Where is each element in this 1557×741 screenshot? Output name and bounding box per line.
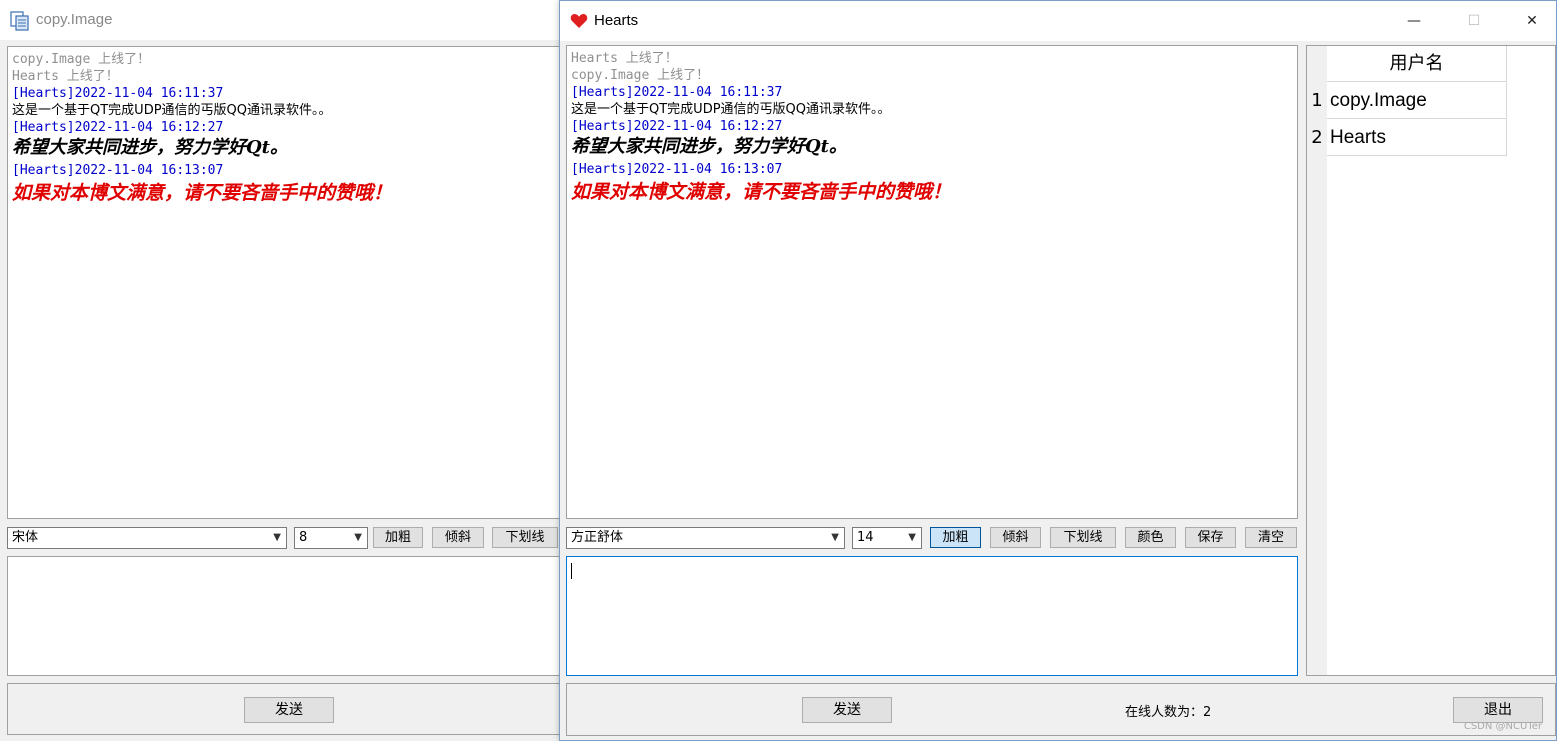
bold-button[interactable]: 加粗: [373, 527, 423, 548]
font-size-combo[interactable]: 8 ▼: [294, 527, 368, 549]
message-header: [Hearts]2022-11-04 16:12:27: [571, 119, 783, 134]
message-header: [Hearts]2022-11-04 16:11:37: [571, 85, 783, 100]
font-family-value: 方正舒体: [571, 530, 624, 545]
message-header: [Hearts]2022-11-04 16:13:07: [12, 163, 224, 178]
chevron-down-icon: ▼: [908, 532, 916, 543]
username-cell[interactable]: copy.Image: [1327, 82, 1507, 119]
row-number: 2: [1311, 127, 1323, 148]
user-list-table[interactable]: 用户名 1 copy.Image 2 Hearts: [1306, 45, 1556, 676]
front-message-input[interactable]: [566, 556, 1298, 676]
send-button[interactable]: 发送: [802, 697, 892, 723]
chevron-down-icon: ▼: [354, 532, 362, 543]
message-body: 希望大家共同进步，努力学好Qt。: [12, 137, 288, 158]
online-count-label: 在线人数为：2: [1125, 705, 1212, 720]
message-line: copy.Image 上线了！: [12, 52, 151, 67]
color-button[interactable]: 颜色: [1125, 527, 1176, 548]
copy-document-icon: [10, 11, 29, 31]
save-button[interactable]: 保存: [1185, 527, 1236, 548]
back-chat-log[interactable]: copy.Image 上线了！ Hearts 上线了！ [Hearts]2022…: [7, 46, 567, 519]
maximize-icon[interactable]: ☐: [1454, 9, 1494, 33]
send-button[interactable]: 发送: [244, 697, 334, 723]
message-body: 如果对本博文满意，请不要吝啬手中的赞哦！: [571, 181, 952, 203]
clear-button[interactable]: 清空: [1245, 527, 1297, 548]
font-size-value: 14: [857, 530, 874, 545]
underline-button[interactable]: 下划线: [1050, 527, 1116, 548]
front-titlebar: Hearts — ☐ ✕: [560, 1, 1556, 41]
front-format-toolbar: 方正舒体 ▼ 14 ▼ 加粗 倾斜 下划线 颜色 保存 清空: [566, 527, 1298, 551]
font-family-combo[interactable]: 方正舒体 ▼: [566, 527, 845, 549]
chevron-down-icon: ▼: [831, 532, 839, 543]
back-titlebar: copy.Image: [0, 0, 559, 40]
front-chat-window: Hearts — ☐ ✕ Hearts 上线了！ copy.Image 上线了！…: [559, 0, 1557, 741]
back-window-title: copy.Image: [36, 11, 113, 28]
back-message-input[interactable]: [7, 556, 560, 676]
underline-button[interactable]: 下划线: [492, 527, 558, 548]
text-caret: [571, 563, 572, 579]
front-window-title: Hearts: [594, 12, 639, 29]
close-icon[interactable]: ✕: [1512, 9, 1552, 33]
watermark: CSDN @NCUTer: [1463, 721, 1542, 732]
table-row[interactable]: 2 Hearts: [1307, 119, 1507, 156]
front-chat-log[interactable]: Hearts 上线了！ copy.Image 上线了！ [Hearts]2022…: [566, 45, 1298, 519]
message-line: copy.Image 上线了！: [571, 68, 710, 83]
back-chat-window: copy.Image copy.Image 上线了！ Hearts 上线了！ […: [0, 0, 567, 741]
table-row[interactable]: 1 copy.Image: [1307, 82, 1507, 119]
column-header-username[interactable]: 用户名: [1327, 46, 1507, 82]
row-number: 1: [1311, 90, 1323, 111]
italic-button[interactable]: 倾斜: [990, 527, 1041, 548]
heart-icon: [570, 12, 588, 30]
message-header: [Hearts]2022-11-04 16:12:27: [12, 120, 224, 135]
message-header: [Hearts]2022-11-04 16:11:37: [12, 86, 224, 101]
chevron-down-icon: ▼: [273, 532, 281, 543]
message-header: [Hearts]2022-11-04 16:13:07: [571, 162, 783, 177]
bold-button[interactable]: 加粗: [930, 527, 981, 548]
username-cell[interactable]: Hearts: [1327, 119, 1507, 156]
message-line: Hearts 上线了！: [12, 69, 119, 84]
font-size-value: 8: [299, 530, 308, 545]
front-bottom-bar: 发送 在线人数为：2 退出: [566, 683, 1556, 736]
font-family-value: 宋体: [12, 530, 39, 545]
message-body: 这是一个基于QT完成UDP通信的丐版QQ通讯录软件。。: [12, 103, 332, 118]
exit-button[interactable]: 退出: [1453, 697, 1543, 723]
font-family-combo[interactable]: 宋体 ▼: [7, 527, 287, 549]
italic-button[interactable]: 倾斜: [432, 527, 484, 548]
back-format-toolbar: 宋体 ▼ 8 ▼ 加粗 倾斜 下划线: [7, 527, 560, 551]
message-body: 希望大家共同进步，努力学好Qt。: [571, 136, 847, 157]
back-bottom-bar: 发送: [7, 683, 560, 735]
font-size-combo[interactable]: 14 ▼: [852, 527, 922, 549]
minimize-icon[interactable]: —: [1394, 9, 1434, 33]
message-body: 如果对本博文满意，请不要吝啬手中的赞哦！: [12, 182, 393, 204]
message-body: 这是一个基于QT完成UDP通信的丐版QQ通讯录软件。。: [571, 102, 891, 117]
message-line: Hearts 上线了！: [571, 51, 678, 66]
